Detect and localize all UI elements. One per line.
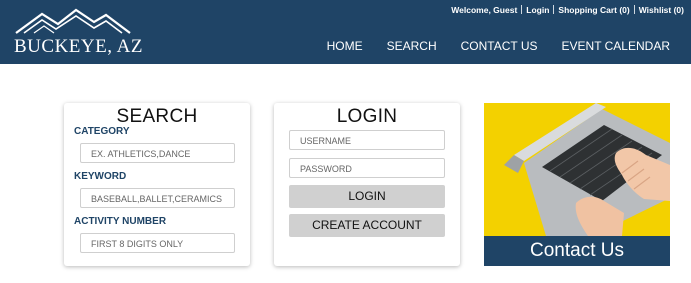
create-account-button[interactable]: CREATE ACCOUNT [289, 214, 445, 237]
site-logo[interactable]: BUCKEYE, AZ [12, 6, 143, 58]
laptop-hands-illustration [504, 103, 670, 236]
main-nav: HOME SEARCH CONTACT US EVENT CALENDAR [327, 39, 670, 53]
login-card: LOGIN USERNAME PASSWORD LOGIN CREATE ACC… [274, 103, 460, 266]
nav-home[interactable]: HOME [327, 39, 363, 53]
username-input[interactable]: USERNAME [289, 130, 445, 150]
shopping-cart-link[interactable]: Shopping Cart (0) [558, 5, 629, 15]
contact-us-tile[interactable]: Contact Us [484, 103, 670, 266]
login-button[interactable]: LOGIN [289, 185, 445, 208]
contact-us-label[interactable]: Contact Us [484, 236, 670, 266]
search-card: SEARCH CATEGORY EX. ATHLETICS,DANCE KEYW… [64, 103, 250, 266]
welcome-text: Welcome, Guest [451, 5, 518, 15]
site-header: BUCKEYE, AZ Welcome, Guest Login Shopping … [0, 0, 691, 64]
login-link[interactable]: Login [526, 5, 549, 15]
nav-search[interactable]: SEARCH [387, 39, 437, 53]
search-title: SEARCH [116, 106, 198, 127]
utility-bar: Welcome, Guest Login Shopping Cart (0) Wish… [451, 5, 684, 15]
activity-number-label: ACTIVITY NUMBER [74, 216, 167, 227]
mountains-icon [15, 8, 131, 34]
keyword-label: KEYWORD [74, 171, 127, 182]
category-input[interactable]: EX. ATHLETICS,DANCE [80, 143, 235, 163]
keyword-input[interactable]: BASEBALL,BALLET,CERAMICS [80, 188, 235, 208]
logo-text: BUCKEYE, AZ [14, 36, 143, 57]
activity-number-input[interactable]: FIRST 8 DIGITS ONLY [80, 233, 235, 253]
divider [633, 5, 635, 14]
login-title: LOGIN [336, 106, 398, 127]
divider [521, 5, 523, 14]
wishlist-link[interactable]: Wishlist (0) [639, 5, 684, 15]
nav-contact-us[interactable]: CONTACT US [461, 39, 538, 53]
divider [553, 5, 555, 14]
nav-event-calendar[interactable]: EVENT CALENDAR [562, 39, 670, 53]
password-input[interactable]: PASSWORD [289, 158, 445, 178]
category-label: CATEGORY [74, 126, 130, 137]
